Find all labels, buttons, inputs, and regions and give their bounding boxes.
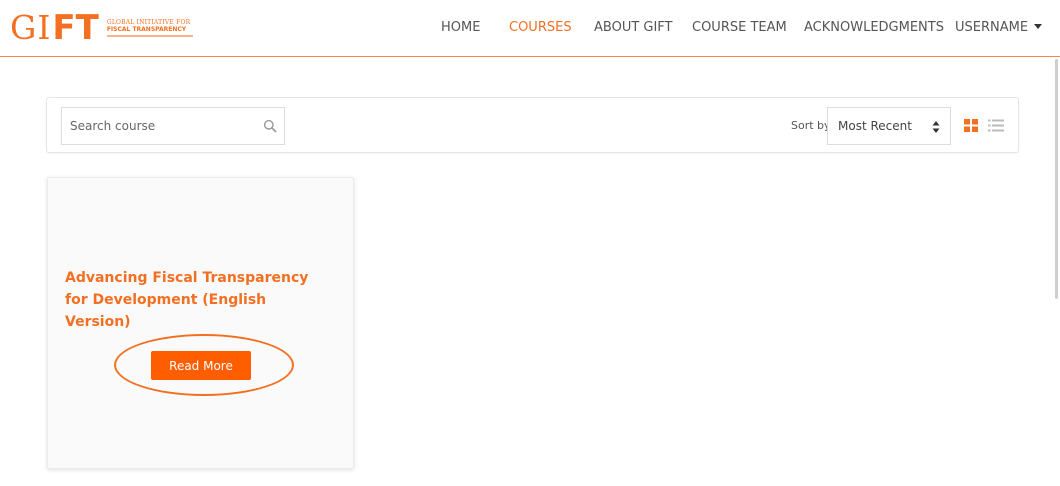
nav-courses[interactable]: COURSES bbox=[509, 20, 572, 35]
logo-line-2: FISCAL TRANSPARENCY bbox=[106, 26, 187, 33]
course-toolbar: Sort by Most Recent bbox=[46, 97, 1019, 153]
logo-line-1: GLOBAL INITIATIVE FOR bbox=[106, 19, 191, 26]
caret-down-icon bbox=[1034, 24, 1043, 29]
list-view-icon[interactable] bbox=[988, 119, 1004, 132]
user-menu[interactable]: USERNAME bbox=[955, 20, 1043, 35]
username-label: USERNAME bbox=[955, 20, 1029, 35]
scrollbar-thumb[interactable] bbox=[1055, 59, 1058, 299]
logo-mark-ft: FT bbox=[52, 8, 99, 48]
sort-label: Sort by bbox=[791, 119, 831, 132]
sort-selected-value: Most Recent bbox=[838, 119, 912, 133]
course-title[interactable]: Advancing Fiscal Transparency for Develo… bbox=[65, 267, 335, 333]
logo-mark-gi: GI bbox=[10, 8, 52, 47]
read-more-button[interactable]: Read More bbox=[151, 351, 251, 380]
search-icon[interactable] bbox=[263, 119, 277, 133]
logo-wordmark: GLOBAL INITIATIVE FOR FISCAL TRANSPARENC… bbox=[106, 19, 193, 37]
grid-view-icon[interactable] bbox=[964, 119, 978, 132]
search-input[interactable] bbox=[62, 108, 252, 144]
sort-select[interactable]: Most Recent bbox=[827, 107, 951, 145]
logo-underline bbox=[106, 35, 193, 37]
nav-course-team[interactable]: COURSE TEAM bbox=[692, 20, 787, 35]
sort-arrows-icon bbox=[932, 121, 940, 133]
nav-about-gift[interactable]: ABOUT GIFT bbox=[594, 20, 673, 35]
search-box bbox=[61, 107, 285, 145]
nav-acknowledgments[interactable]: ACKNOWLEDGMENTS bbox=[804, 20, 944, 35]
nav-home[interactable]: HOME bbox=[441, 20, 480, 35]
course-card: Advancing Fiscal Transparency for Develo… bbox=[47, 177, 354, 469]
site-header: GI FT GLOBAL INITIATIVE FOR FISCAL TRANSP… bbox=[0, 0, 1060, 57]
gift-logo[interactable]: GI FT GLOBAL INITIATIVE FOR FISCAL TRANSP… bbox=[10, 11, 193, 45]
